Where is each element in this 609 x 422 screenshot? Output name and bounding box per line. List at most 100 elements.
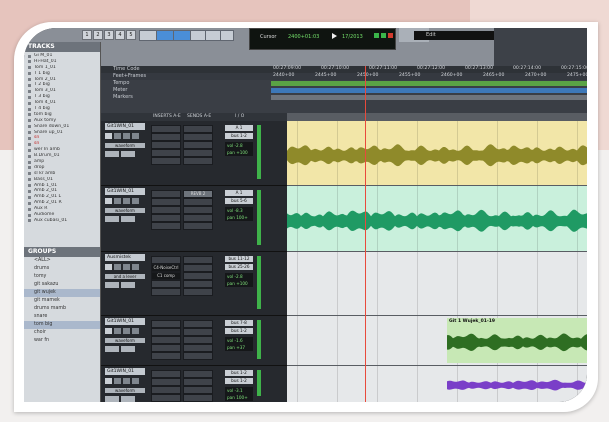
- insert-slot[interactable]: [151, 133, 181, 141]
- send-slot[interactable]: [183, 378, 213, 386]
- group-list-item[interactable]: snare: [24, 313, 100, 321]
- insert-slot[interactable]: [151, 320, 181, 328]
- track-button[interactable]: [105, 198, 112, 204]
- tool-button-4[interactable]: [205, 30, 221, 41]
- group-list-item[interactable]: drums: [24, 265, 100, 273]
- insert-slot[interactable]: [151, 125, 181, 133]
- output-selector[interactable]: bus 1-2: [225, 328, 253, 334]
- track-lane[interactable]: [287, 186, 587, 251]
- track-button[interactable]: [105, 264, 112, 270]
- insert-slot[interactable]: [151, 336, 181, 344]
- send-slot[interactable]: [183, 386, 213, 394]
- ruler-meter[interactable]: Meter: [101, 87, 587, 94]
- vol-pan-display[interactable]: vol -8.3 pan 100+: [225, 207, 253, 221]
- edit-window[interactable]: Git 1 Wujek_01-19: [287, 113, 587, 402]
- send-slot[interactable]: [183, 222, 213, 230]
- read-button[interactable]: [121, 151, 135, 157]
- group-list-item[interactable]: <ALL>: [24, 257, 100, 265]
- audio-clip[interactable]: Git 1 Wujek_01-19: [447, 318, 587, 363]
- vol-pan-display[interactable]: vol -2.8 pan +100: [225, 142, 253, 156]
- memory-button[interactable]: 3: [104, 30, 114, 40]
- track-button[interactable]: [132, 378, 139, 384]
- memory-button[interactable]: 4: [115, 30, 125, 40]
- send-slot[interactable]: [183, 394, 213, 402]
- dyn-button[interactable]: [105, 216, 119, 222]
- tool-button-2[interactable]: [173, 30, 191, 41]
- dyn-button[interactable]: [105, 282, 119, 288]
- view-selector[interactable]: waveform: [105, 208, 145, 213]
- input-selector[interactable]: bus 1-2: [225, 370, 253, 376]
- read-button[interactable]: [121, 346, 135, 352]
- vol-pan-display[interactable]: vol -2.8 pan +100: [225, 273, 253, 287]
- track-button[interactable]: [123, 328, 130, 334]
- track-button[interactable]: [114, 328, 121, 334]
- track-lane[interactable]: [287, 366, 587, 402]
- group-list-item[interactable]: git mamek: [24, 297, 100, 305]
- send-slot[interactable]: [183, 264, 213, 272]
- ruler-tempo[interactable]: Tempo: [101, 80, 587, 87]
- send-slot[interactable]: [183, 133, 213, 141]
- track-lane[interactable]: [287, 252, 587, 315]
- track-name[interactable]: Git1WIN_01: [105, 318, 145, 325]
- track-button[interactable]: [123, 198, 130, 204]
- send-slot[interactable]: [183, 344, 213, 352]
- read-button[interactable]: [121, 216, 135, 222]
- insert-slot[interactable]: [151, 190, 181, 198]
- group-list-item[interactable]: tomy: [24, 273, 100, 281]
- insert-slot[interactable]: [151, 198, 181, 206]
- tool-button-1[interactable]: [156, 30, 174, 41]
- dyn-button[interactable]: [105, 396, 119, 402]
- send-slot[interactable]: [183, 336, 213, 344]
- group-list-item[interactable]: choir: [24, 329, 100, 337]
- track-button[interactable]: [123, 378, 130, 384]
- view-selector[interactable]: waveform: [105, 338, 145, 343]
- group-list-item[interactable]: git sakazu: [24, 281, 100, 289]
- send-slot[interactable]: [183, 149, 213, 157]
- audio-clip[interactable]: [287, 125, 587, 181]
- track-name[interactable]: Ausmistek: [105, 254, 145, 261]
- track-button[interactable]: [114, 378, 121, 384]
- read-button[interactable]: [121, 396, 135, 402]
- grid-button[interactable]: [139, 30, 157, 41]
- insert-slot[interactable]: [151, 370, 181, 378]
- insert-slot[interactable]: [151, 157, 181, 165]
- ruler-timecode[interactable]: Time Code 00:27:09:00 00:27:10:00 00:27:11…: [101, 66, 587, 73]
- play-icon[interactable]: [332, 33, 337, 39]
- memory-location-buttons[interactable]: 12345: [82, 30, 136, 40]
- track-button[interactable]: [105, 328, 112, 334]
- view-selector[interactable]: waveform: [105, 388, 145, 393]
- ruler-feet[interactable]: Feet+Frames 2440+00 2445+00 2450+00 2455+00…: [101, 73, 587, 80]
- insert-slot[interactable]: [151, 206, 181, 214]
- track-button[interactable]: [132, 264, 139, 270]
- input-selector[interactable]: A 1: [225, 125, 253, 131]
- insert-slot[interactable]: [151, 344, 181, 352]
- send-slot[interactable]: [183, 214, 213, 222]
- vol-pan-display[interactable]: vol -1.6 pan +37: [225, 337, 253, 351]
- send-slot[interactable]: [183, 198, 213, 206]
- track-button[interactable]: [114, 133, 121, 139]
- send-slot-label[interactable]: REVB 2: [183, 190, 213, 198]
- send-slot[interactable]: [183, 370, 213, 378]
- dyn-button[interactable]: [105, 151, 119, 157]
- audio-clip[interactable]: [287, 190, 587, 247]
- track-lane[interactable]: [287, 121, 587, 185]
- send-slot[interactable]: [183, 272, 213, 280]
- send-slot[interactable]: [183, 280, 213, 288]
- track-button[interactable]: [123, 264, 130, 270]
- insert-slot[interactable]: [151, 378, 181, 386]
- insert-slot[interactable]: [151, 328, 181, 336]
- input-selector[interactable]: bus 7-8: [225, 320, 253, 326]
- send-slot[interactable]: [183, 141, 213, 149]
- ruler-markers[interactable]: Markers: [101, 94, 587, 101]
- insert-slot[interactable]: [151, 214, 181, 222]
- insert-slot[interactable]: [151, 386, 181, 394]
- track-list-item[interactable]: Aux cubasi_01: [24, 218, 100, 224]
- track-button[interactable]: [132, 328, 139, 334]
- send-slot[interactable]: [183, 206, 213, 214]
- vol-pan-display[interactable]: vol -3.1 pan 100+: [225, 387, 253, 401]
- track-button[interactable]: [132, 198, 139, 204]
- memory-button[interactable]: 2: [93, 30, 103, 40]
- memory-button[interactable]: 5: [126, 30, 136, 40]
- insert-slot[interactable]: [151, 222, 181, 230]
- track-name[interactable]: Git1WIN_01: [105, 188, 145, 195]
